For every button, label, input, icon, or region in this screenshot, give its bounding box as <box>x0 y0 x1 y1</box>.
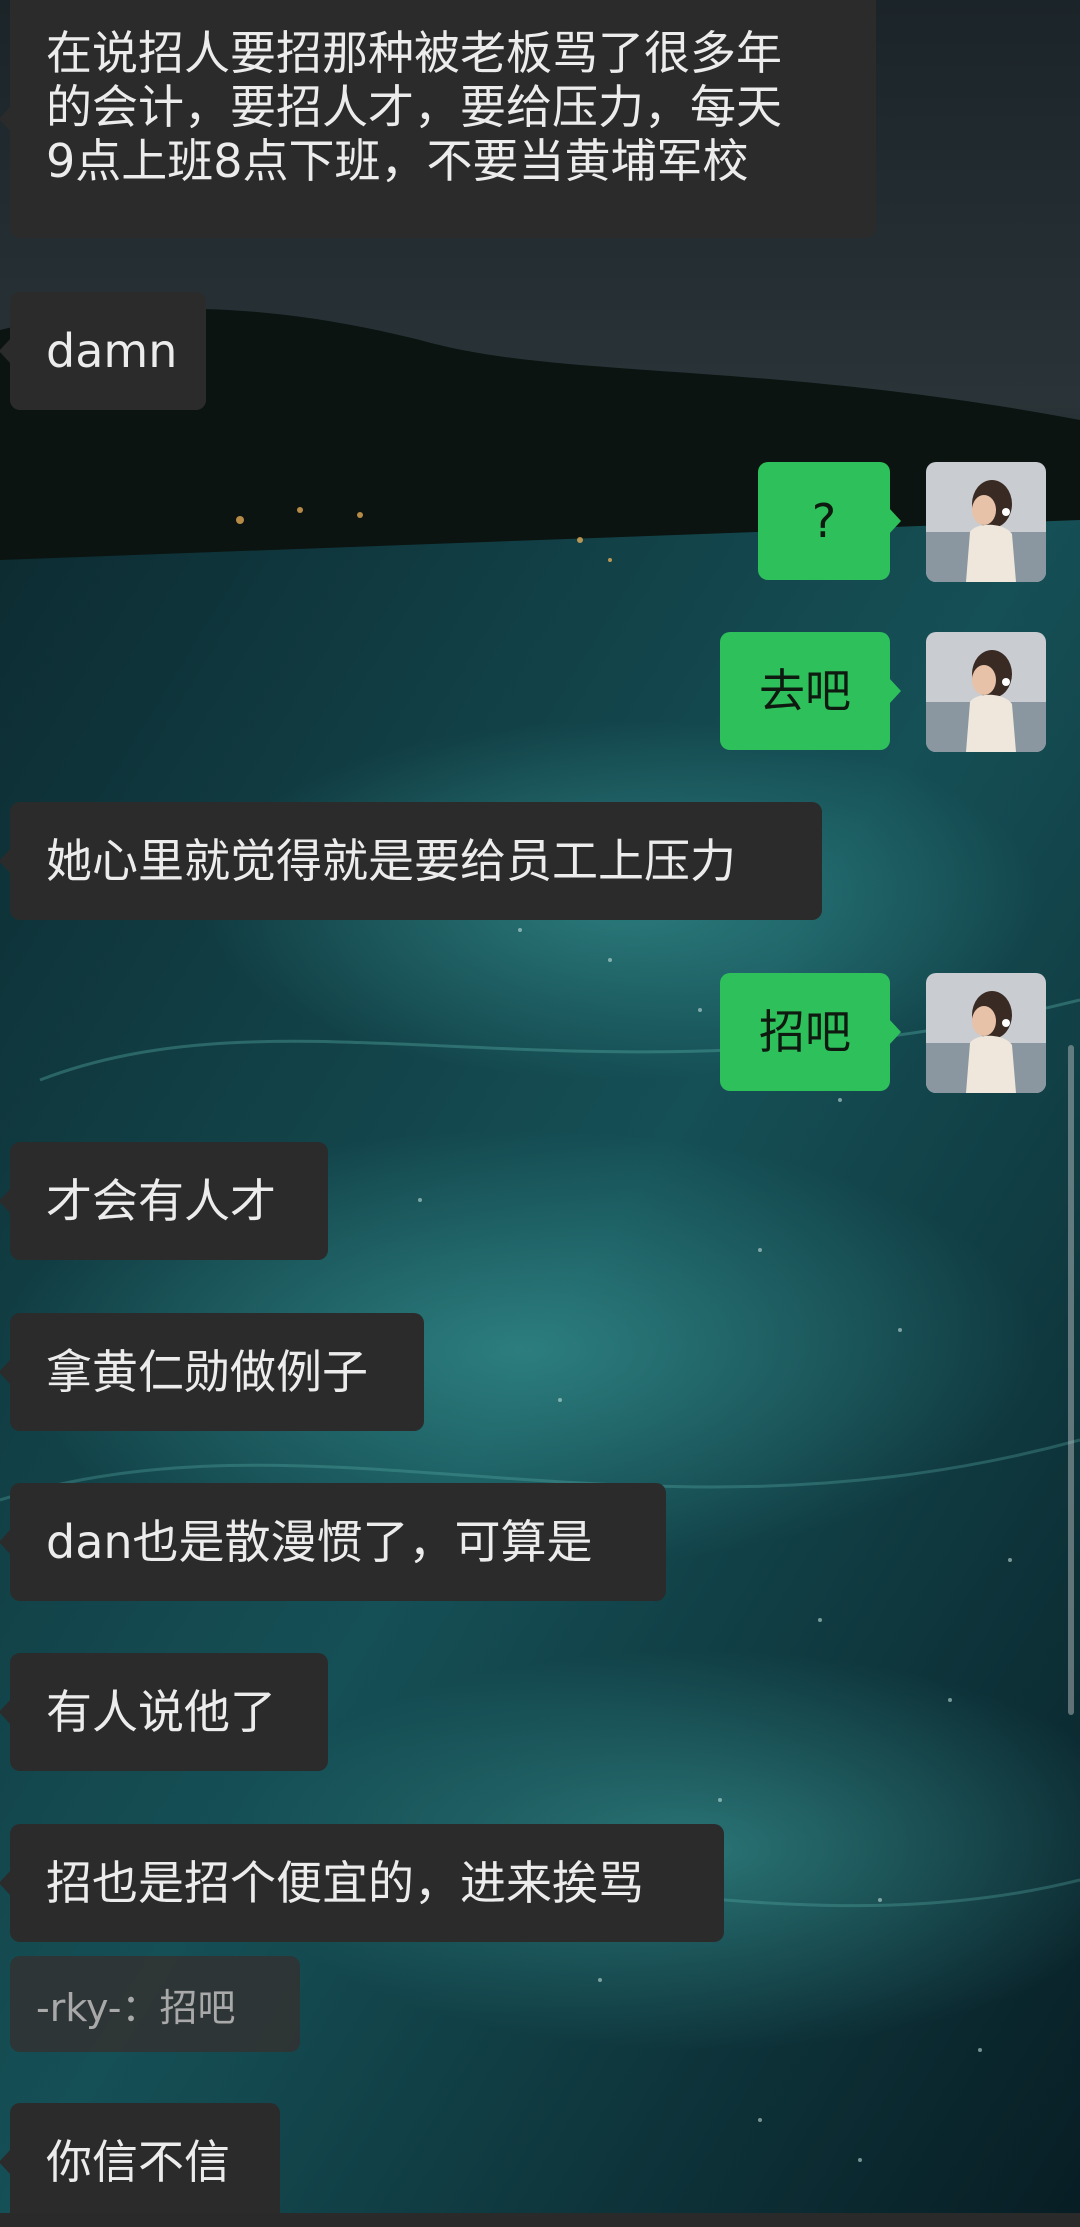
message-bubble-incoming[interactable]: 你信不信 <box>0 2103 280 2221</box>
message-bubble-incoming[interactable]: 她心里就觉得就是要给员工上压力 <box>0 802 822 920</box>
message-bubble-incoming[interactable]: 在说招人要招那种被老板骂了很多年 的会计，要招人才，要给压力，每天 9点上班8点… <box>0 0 876 238</box>
avatar-photo-icon <box>926 462 1046 582</box>
quoted-reply-text: -rky-：招吧 <box>36 1985 236 2030</box>
message-bubble-outgoing[interactable]: 招吧 <box>720 973 901 1091</box>
message-text: 她心里就觉得就是要给员工上压力 <box>46 834 736 888</box>
message-bubble-outgoing[interactable]: ? <box>758 462 901 580</box>
user-avatar[interactable] <box>926 632 1046 752</box>
message-bubble-incoming[interactable]: 有人说他了 <box>0 1653 328 1771</box>
message-text: 你信不信 <box>46 2135 230 2189</box>
message-text: 有人说他了 <box>46 1685 276 1739</box>
message-text-line: 在说招人要招那种被老板骂了很多年 <box>46 26 782 80</box>
message-text: 去吧 <box>759 664 851 718</box>
message-bubble-incoming[interactable]: dan也是散漫惯了，可算是 <box>0 1483 666 1601</box>
message-bubble-incoming[interactable]: damn <box>0 292 206 410</box>
message-text: 才会有人才 <box>46 1174 276 1228</box>
user-avatar[interactable] <box>926 462 1046 582</box>
message-text: damn <box>46 324 178 378</box>
message-bubble-incoming[interactable]: 才会有人才 <box>0 1142 328 1260</box>
bottom-edge-bar <box>0 2213 1080 2227</box>
message-text: 招也是招个便宜的，进来挨骂 <box>46 1856 644 1910</box>
message-text: dan也是散漫惯了，可算是 <box>46 1515 593 1569</box>
message-text-line: 9点上班8点下班，不要当黄埔军校 <box>46 134 749 188</box>
chat-message-list[interactable]: 在说招人要招那种被老板骂了很多年 的会计，要招人才，要给压力，每天 9点上班8点… <box>0 0 1080 2227</box>
message-bubble-incoming[interactable]: 招也是招个便宜的，进来挨骂 <box>0 1824 724 1942</box>
quoted-reply[interactable]: -rky-：招吧 <box>10 1956 300 2052</box>
message-bubble-incoming[interactable]: 拿黄仁勋做例子 <box>0 1313 424 1431</box>
message-text-line: 的会计，要招人才，要给压力，每天 <box>46 80 782 134</box>
avatar-photo-icon <box>926 973 1046 1093</box>
message-text: 招吧 <box>759 1005 851 1059</box>
chat-scrollbar[interactable] <box>1068 1045 1074 1715</box>
avatar-photo-icon <box>926 632 1046 752</box>
message-text: ? <box>811 494 837 548</box>
user-avatar[interactable] <box>926 973 1046 1093</box>
message-bubble-outgoing[interactable]: 去吧 <box>720 632 901 750</box>
message-text: 拿黄仁勋做例子 <box>46 1345 368 1399</box>
